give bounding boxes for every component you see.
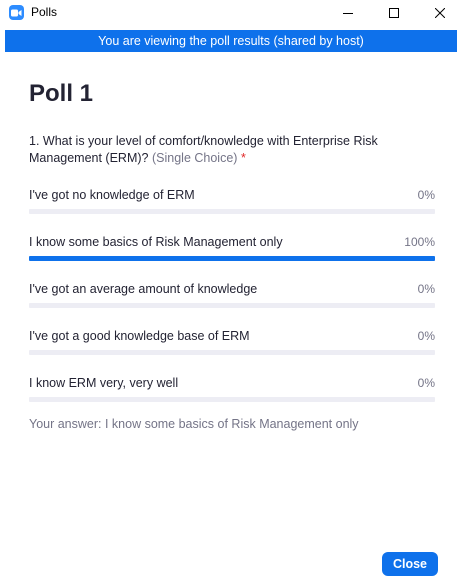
option-label: I've got no knowledge of ERM — [29, 188, 195, 202]
minimize-icon — [343, 13, 353, 14]
required-marker: * — [240, 151, 246, 165]
close-button[interactable]: Close — [382, 552, 438, 576]
option-label: I know ERM very, very well — [29, 376, 179, 390]
polls-window: Polls You are viewing the poll results (… — [0, 0, 463, 579]
option-label: I've got a good knowledge base of ERM — [29, 329, 250, 343]
maximize-icon — [389, 8, 399, 18]
result-bar-track — [29, 256, 435, 261]
minimize-button[interactable] — [325, 0, 371, 26]
close-icon — [435, 8, 445, 18]
result-bar-fill — [29, 256, 435, 261]
option-label: I know some basics of Risk Management on… — [29, 235, 283, 249]
title-bar[interactable]: Polls — [0, 0, 463, 26]
maximize-button[interactable] — [371, 0, 417, 26]
poll-question: 1. What is your level of comfort/knowled… — [29, 133, 429, 167]
option-percent: 0% — [417, 188, 435, 202]
window-title: Polls — [31, 5, 58, 19]
result-bar-track — [29, 350, 435, 355]
option-percent: 100% — [404, 235, 435, 249]
poll-title: Poll 1 — [29, 80, 94, 107]
zoom-camera-icon — [9, 5, 24, 20]
close-window-button[interactable] — [417, 0, 463, 26]
result-bar-track — [29, 303, 435, 308]
result-bar-track — [29, 397, 435, 402]
option-percent: 0% — [417, 376, 435, 390]
your-answer-text: Your answer: I know some basics of Risk … — [29, 417, 359, 431]
option-label: I've got an average amount of knowledge — [29, 282, 258, 296]
shared-results-banner: You are viewing the poll results (shared… — [5, 30, 457, 52]
option-percent: 0% — [417, 282, 435, 296]
result-bar-track — [29, 209, 435, 214]
option-percent: 0% — [417, 329, 435, 343]
question-type: (Single Choice) — [151, 151, 238, 165]
